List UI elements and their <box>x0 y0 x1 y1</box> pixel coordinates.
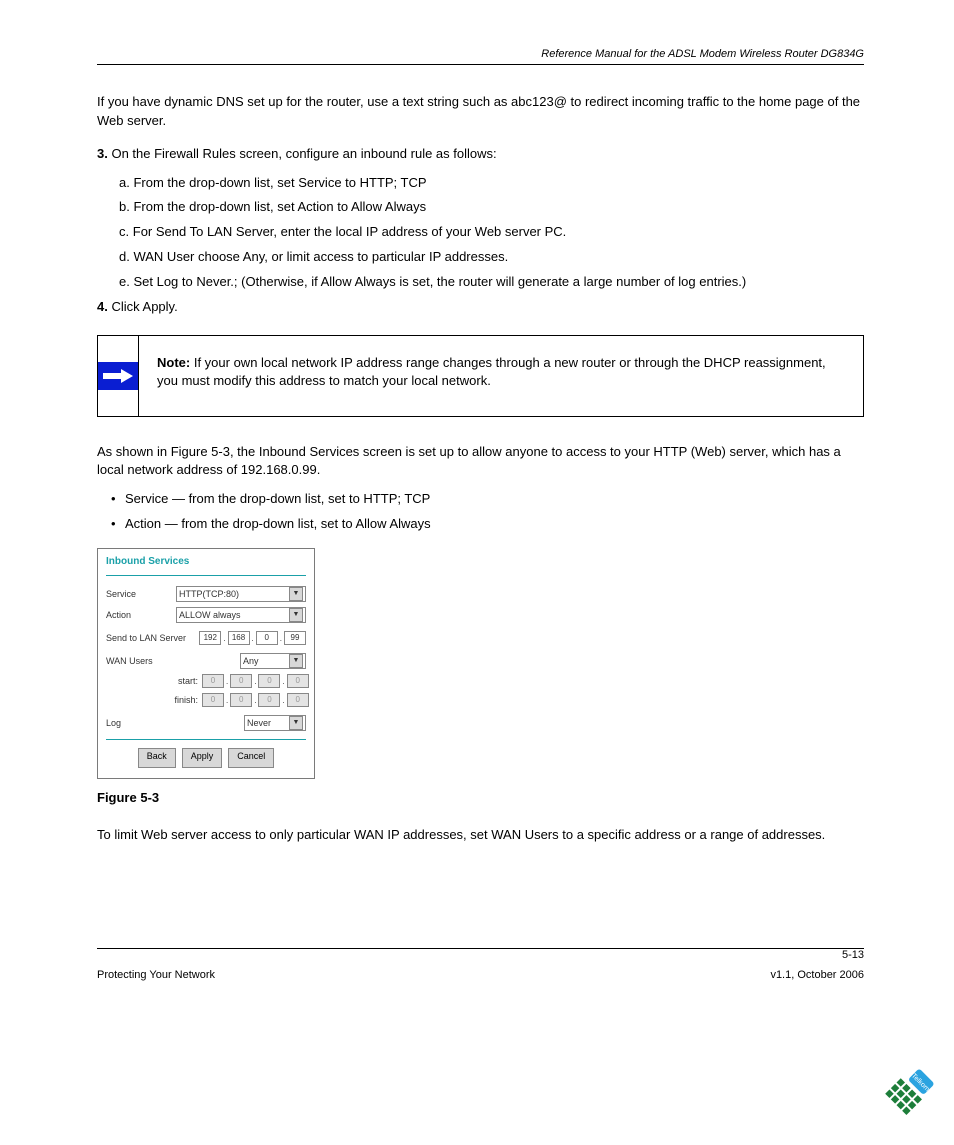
note-label: Note: <box>157 355 190 370</box>
figure-caption: Figure 5-3 <box>97 789 864 808</box>
bullet-item: Service — from the drop-down list, set t… <box>111 490 864 509</box>
step-3c: c. For Send To LAN Server, enter the loc… <box>119 223 864 242</box>
chevron-down-icon: ▼ <box>289 608 303 622</box>
step-3a: a. From the drop-down list, set Service … <box>119 174 864 193</box>
step-3d: d. WAN User choose Any, or limit access … <box>119 248 864 267</box>
after-figure-text: To limit Web server access to only parti… <box>97 826 864 845</box>
manual-title: Reference Manual for the ADSL Modem Wire… <box>97 48 864 60</box>
wan-users-select[interactable]: Any ▼ <box>240 653 306 669</box>
page-number: 5-13 <box>97 949 864 961</box>
footer-version: v1.1, October 2006 <box>770 969 864 981</box>
step-3-number: 3. <box>97 146 108 161</box>
ip-octet-input[interactable]: 0 <box>230 674 252 688</box>
intro-paragraph: If you have dynamic DNS set up for the r… <box>97 93 864 131</box>
chevron-down-icon: ▼ <box>289 654 303 668</box>
note-body: If your own local network IP address ran… <box>157 355 826 389</box>
ip-octet-input[interactable]: 99 <box>284 631 306 645</box>
step-3e: e. Set Log to Never.; (Otherwise, if All… <box>119 273 864 292</box>
note-icon-cell <box>98 336 139 416</box>
step-3: 3. On the Firewall Rules screen, configu… <box>97 145 864 164</box>
ip-octet-input[interactable]: 0 <box>202 674 224 688</box>
log-label: Log <box>106 717 176 730</box>
ip-octet-input[interactable]: 0 <box>202 693 224 707</box>
ip-octet-input[interactable]: 192 <box>199 631 221 645</box>
step-4-number: 4. <box>97 299 108 314</box>
header-rule <box>97 64 864 65</box>
note-box: Note: If your own local network IP addre… <box>97 335 864 417</box>
arrow-right-icon <box>98 362 138 390</box>
ip-octet-input[interactable]: 0 <box>256 631 278 645</box>
log-select[interactable]: Never ▼ <box>244 715 306 731</box>
wan-users-label: WAN Users <box>106 655 176 668</box>
action-select[interactable]: ALLOW always ▼ <box>176 607 306 623</box>
chevron-down-icon: ▼ <box>289 716 303 730</box>
telkom-logo-icon: Telkom <box>874 1065 936 1131</box>
ip-octet-input[interactable]: 168 <box>228 631 250 645</box>
dialog-title: Inbound Services <box>106 555 306 577</box>
service-label: Service <box>106 588 176 601</box>
ip-octet-input[interactable]: 0 <box>287 693 309 707</box>
step-4: 4. Click Apply. <box>97 298 864 317</box>
ip-octet-input[interactable]: 0 <box>287 674 309 688</box>
ip-octet-input[interactable]: 0 <box>258 693 280 707</box>
step-4-text: Click Apply. <box>111 299 177 314</box>
action-label: Action <box>106 609 176 622</box>
ip-octet-input[interactable]: 0 <box>230 693 252 707</box>
apply-button[interactable]: Apply <box>182 748 223 768</box>
cancel-button[interactable]: Cancel <box>228 748 274 768</box>
chevron-down-icon: ▼ <box>289 587 303 601</box>
footer-chapter: Protecting Your Network <box>97 969 215 981</box>
send-to-label: Send to LAN Server <box>106 632 196 645</box>
inbound-services-dialog: Inbound Services Service HTTP(TCP:80) ▼ … <box>97 548 315 780</box>
service-select[interactable]: HTTP(TCP:80) ▼ <box>176 586 306 602</box>
finish-label: finish: <box>106 694 202 707</box>
example-intro: As shown in Figure 5-3, the Inbound Serv… <box>97 443 864 481</box>
step-3b: b. From the drop-down list, set Action t… <box>119 198 864 217</box>
step-3-text: On the Firewall Rules screen, configure … <box>111 146 496 161</box>
note-text: Note: If your own local network IP addre… <box>139 336 863 416</box>
back-button[interactable]: Back <box>138 748 176 768</box>
start-label: start: <box>106 675 202 688</box>
ip-octet-input[interactable]: 0 <box>258 674 280 688</box>
bullet-list: Service — from the drop-down list, set t… <box>111 490 864 534</box>
bullet-item: Action — from the drop-down list, set to… <box>111 515 864 534</box>
